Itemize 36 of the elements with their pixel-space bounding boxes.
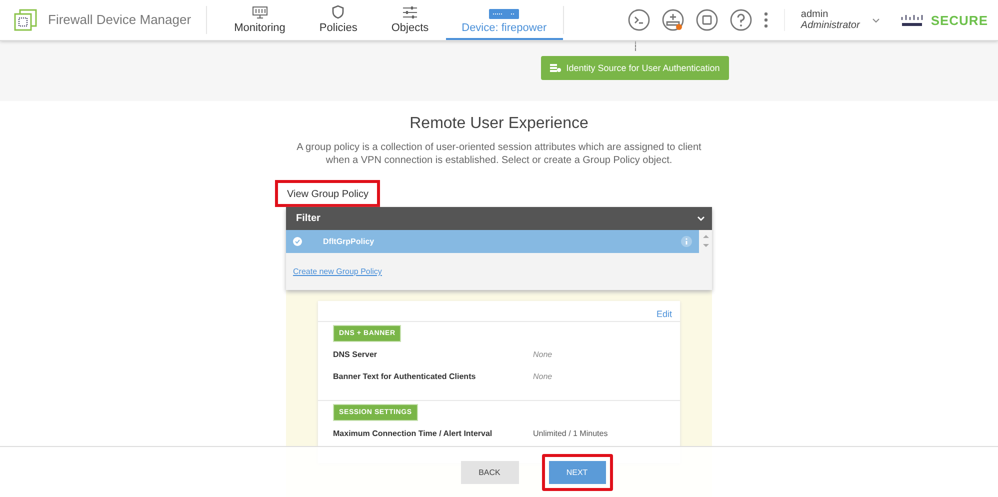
check-circle-icon	[293, 237, 302, 246]
setting-label: Maximum Connection Time / Alert Interval	[333, 429, 494, 440]
filter-label: Filter	[296, 213, 320, 224]
group-policy-dropdown[interactable]: Filter DfltGrpPolicy Create new Group Policy	[286, 207, 712, 290]
nav-tab[interactable]: Monitoring	[217, 0, 302, 40]
dropdown-option[interactable]: DfltGrpPolicy	[286, 230, 699, 253]
section-title: Remote User Experience	[408, 115, 590, 133]
chevron-down-icon[interactable]	[872, 18, 880, 22]
device-icon	[489, 9, 520, 19]
setting-value: None	[533, 372, 552, 383]
nav-tab[interactable]: Policies	[302, 0, 374, 40]
setting-label: Banner Text for Authenticated Clients	[333, 372, 477, 383]
nav-tab[interactable]: Objects	[374, 0, 446, 40]
setting-value: None	[533, 350, 552, 361]
user-name: admin	[800, 9, 830, 20]
brand-name: SECURE	[930, 12, 988, 28]
monitor-icon	[252, 6, 268, 19]
app-logo-icon	[14, 9, 38, 31]
more-icon[interactable]	[764, 12, 768, 28]
setting-label: DNS Server	[333, 350, 378, 361]
field-label: View Group Policy	[275, 180, 380, 207]
app-title: Firewall Device Manager	[48, 6, 208, 34]
shield-icon	[331, 5, 346, 19]
sliders-icon	[402, 6, 418, 19]
section-description: A group policy is a collection of user-oriented session attributes which are assigned to client when a VPN connection is established. Select or create a Group Policy object.	[296, 141, 702, 167]
help-icon[interactable]	[730, 9, 752, 31]
identity-source-node[interactable]: Identity Source for User Authentication	[541, 56, 729, 80]
create-group-policy-link[interactable]: Create new Group Policy	[286, 258, 390, 284]
tasks-icon[interactable]	[696, 9, 718, 31]
deploy-icon[interactable]	[662, 9, 684, 31]
setting-value: Unlimited / 1 Minutes	[533, 429, 608, 440]
edit-link[interactable]: Edit	[656, 309, 672, 319]
user-role: Administrator	[800, 20, 860, 31]
next-button[interactable]: NEXT	[542, 454, 612, 490]
terminal-icon[interactable]	[628, 9, 650, 31]
identity-icon	[550, 64, 562, 72]
